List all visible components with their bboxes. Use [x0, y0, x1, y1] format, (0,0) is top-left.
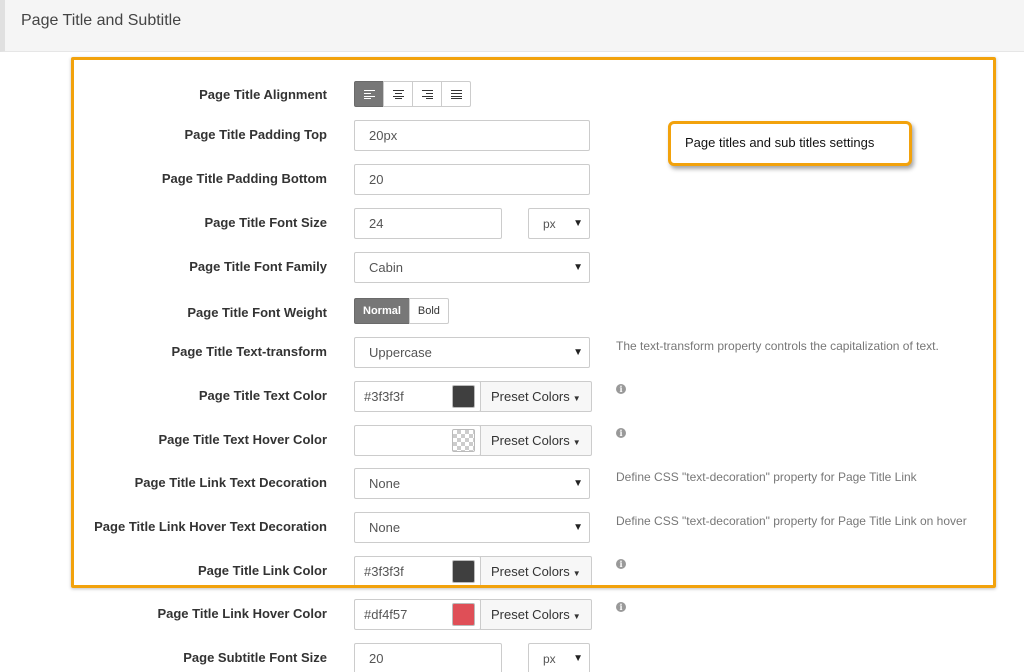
row-text-transform: Page Title Text-transform Uppercase ▼ Th… — [0, 335, 1024, 369]
align-justify-button[interactable] — [441, 81, 471, 107]
info-icon[interactable]: i — [616, 559, 626, 569]
font-weight-button-group: Normal Bold — [354, 298, 449, 324]
font-size-unit-select[interactable]: px ▼ — [528, 208, 590, 239]
align-left-button[interactable] — [354, 81, 384, 107]
label-title-alignment: Page Title Alignment — [199, 87, 327, 102]
text-hover-color-preset-button[interactable]: Preset Colors ▼ — [480, 425, 592, 456]
link-hover-color-preset-button[interactable]: Preset Colors ▼ — [480, 599, 592, 630]
align-right-icon — [421, 89, 433, 99]
row-text-hover-color: Page Title Text Hover Color Preset Color… — [0, 423, 1024, 457]
link-hover-text-decoration-select[interactable]: None ▼ — [354, 512, 590, 543]
align-justify-icon — [450, 89, 462, 99]
label-font-family: Page Title Font Family — [189, 259, 327, 274]
label-link-text-decoration: Page Title Link Text Decoration — [134, 475, 327, 490]
font-size-unit-value: px — [543, 217, 556, 231]
row-font-family: Page Title Font Family Cabin ▼ — [0, 250, 1024, 284]
caret-down-icon: ▼ — [572, 394, 581, 403]
preset-label: Preset Colors — [491, 389, 570, 404]
label-link-hover-color: Page Title Link Hover Color — [157, 606, 327, 621]
text-transform-select[interactable]: Uppercase ▼ — [354, 337, 590, 368]
preset-label: Preset Colors — [491, 433, 570, 448]
label-padding-top: Page Title Padding Top — [184, 127, 327, 142]
text-color-swatch[interactable] — [452, 385, 475, 408]
chevron-down-icon: ▼ — [573, 653, 583, 664]
row-link-hover-text-decoration: Page Title Link Hover Text Decoration No… — [0, 510, 1024, 544]
align-right-button[interactable] — [412, 81, 442, 107]
font-size-input[interactable]: 24 — [354, 208, 502, 239]
chevron-down-icon: ▼ — [573, 478, 583, 489]
text-color-preset-button[interactable]: Preset Colors ▼ — [480, 381, 592, 412]
label-link-color: Page Title Link Color — [197, 563, 327, 578]
label-link-hover-text-decoration: Page Title Link Hover Text Decoration — [94, 519, 327, 534]
callout-note: Page titles and sub titles settings — [668, 121, 912, 166]
row-link-text-decoration: Page Title Link Text Decoration None ▼ D… — [0, 466, 1024, 500]
font-family-select[interactable]: Cabin ▼ — [354, 252, 590, 283]
align-left-icon — [363, 89, 375, 99]
label-text-transform: Page Title Text-transform — [171, 344, 327, 359]
link-text-decoration-help: Define CSS "text-decoration" property fo… — [616, 470, 917, 484]
preset-label: Preset Colors — [491, 564, 570, 579]
font-weight-bold-button[interactable]: Bold — [408, 298, 449, 324]
preset-label: Preset Colors — [491, 607, 570, 622]
section-title: Page Title and Subtitle — [21, 12, 182, 29]
align-center-button[interactable] — [383, 81, 413, 107]
row-text-color: Page Title Text Color #3f3f3f Preset Col… — [0, 379, 1024, 413]
row-link-hover-color: Page Title Link Hover Color #df4f57 Pres… — [0, 597, 1024, 631]
subtitle-font-size-input[interactable]: 20 — [354, 643, 502, 672]
label-subtitle-font-size: Page Subtitle Font Size — [183, 650, 327, 665]
chevron-down-icon: ▼ — [573, 347, 583, 358]
text-transform-value: Uppercase — [369, 345, 432, 360]
align-center-icon — [392, 89, 404, 99]
chevron-down-icon: ▼ — [573, 262, 583, 273]
link-text-decoration-value: None — [369, 476, 401, 491]
label-font-size: Page Title Font Size — [204, 215, 327, 230]
caret-down-icon: ▼ — [572, 438, 581, 447]
caret-down-icon: ▼ — [572, 569, 581, 578]
section-header: Page Title and Subtitle — [0, 0, 1024, 52]
label-text-hover-color: Page Title Text Hover Color — [158, 432, 327, 447]
row-link-color: Page Title Link Color #3f3f3f Preset Col… — [0, 554, 1024, 588]
link-hover-text-decoration-value: None — [369, 520, 401, 535]
link-hover-color-swatch[interactable] — [452, 603, 475, 626]
link-color-preset-button[interactable]: Preset Colors ▼ — [480, 556, 592, 587]
label-padding-bottom: Page Title Padding Bottom — [161, 171, 327, 186]
padding-top-input[interactable]: 20px — [354, 120, 590, 151]
link-color-swatch[interactable] — [452, 560, 475, 583]
row-subtitle-font-size: Page Subtitle Font Size 20 px ▼ — [0, 641, 1024, 672]
info-icon[interactable]: i — [616, 384, 626, 394]
label-text-color: Page Title Text Color — [198, 388, 327, 403]
label-font-weight: Page Title Font Weight — [187, 305, 327, 320]
row-font-size: Page Title Font Size 24 px ▼ — [0, 206, 1024, 240]
info-icon[interactable]: i — [616, 428, 626, 438]
link-hover-text-decoration-help: Define CSS "text-decoration" property fo… — [616, 514, 967, 528]
subtitle-font-size-unit-value: px — [543, 652, 556, 666]
info-icon[interactable]: i — [616, 602, 626, 612]
font-family-value: Cabin — [369, 260, 403, 275]
caret-down-icon: ▼ — [572, 612, 581, 621]
chevron-down-icon: ▼ — [573, 522, 583, 533]
row-font-weight: Page Title Font Weight Normal Bold — [0, 296, 1024, 330]
text-hover-color-swatch[interactable] — [452, 429, 475, 452]
row-padding-bottom: Page Title Padding Bottom 20 — [0, 162, 1024, 196]
padding-bottom-input[interactable]: 20 — [354, 164, 590, 195]
row-title-alignment: Page Title Alignment — [0, 78, 1024, 112]
alignment-button-group — [354, 81, 471, 107]
link-text-decoration-select[interactable]: None ▼ — [354, 468, 590, 499]
chevron-down-icon: ▼ — [573, 218, 583, 229]
text-transform-help: The text-transform property controls the… — [616, 339, 939, 353]
font-weight-normal-button[interactable]: Normal — [354, 298, 410, 324]
subtitle-font-size-unit-select[interactable]: px ▼ — [528, 643, 590, 672]
